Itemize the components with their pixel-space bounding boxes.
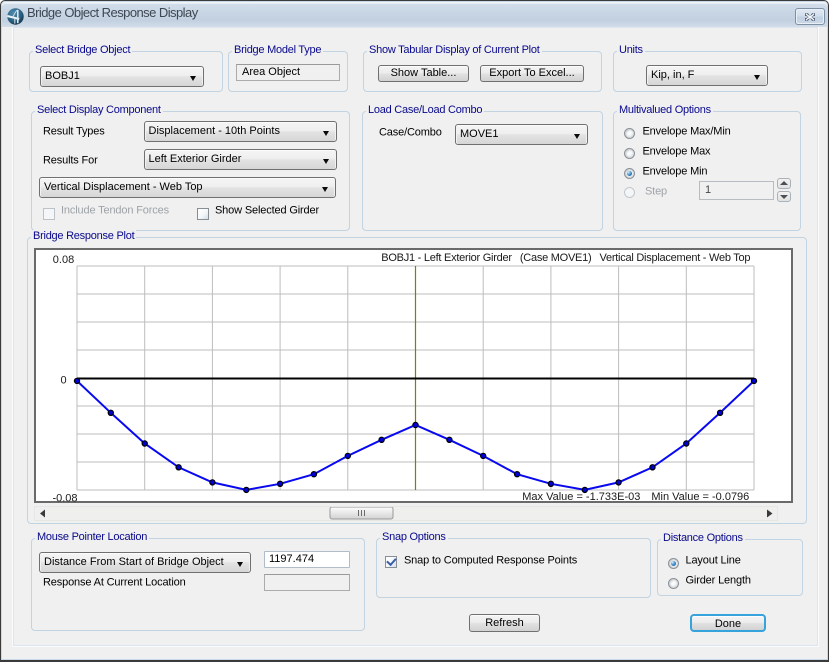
svg-text:0: 0: [60, 375, 66, 387]
svg-text:BOBJ1 - Left Exterior Girder: BOBJ1 - Left Exterior Girder (Case MOVE1…: [381, 252, 750, 264]
svg-text:Max Value = -1.733E-03 Min Va: Max Value = -1.733E-03 Min Value = -0.07…: [522, 491, 749, 503]
svg-text:-0.08: -0.08: [52, 493, 77, 504]
svg-text:0.08: 0.08: [53, 254, 74, 266]
